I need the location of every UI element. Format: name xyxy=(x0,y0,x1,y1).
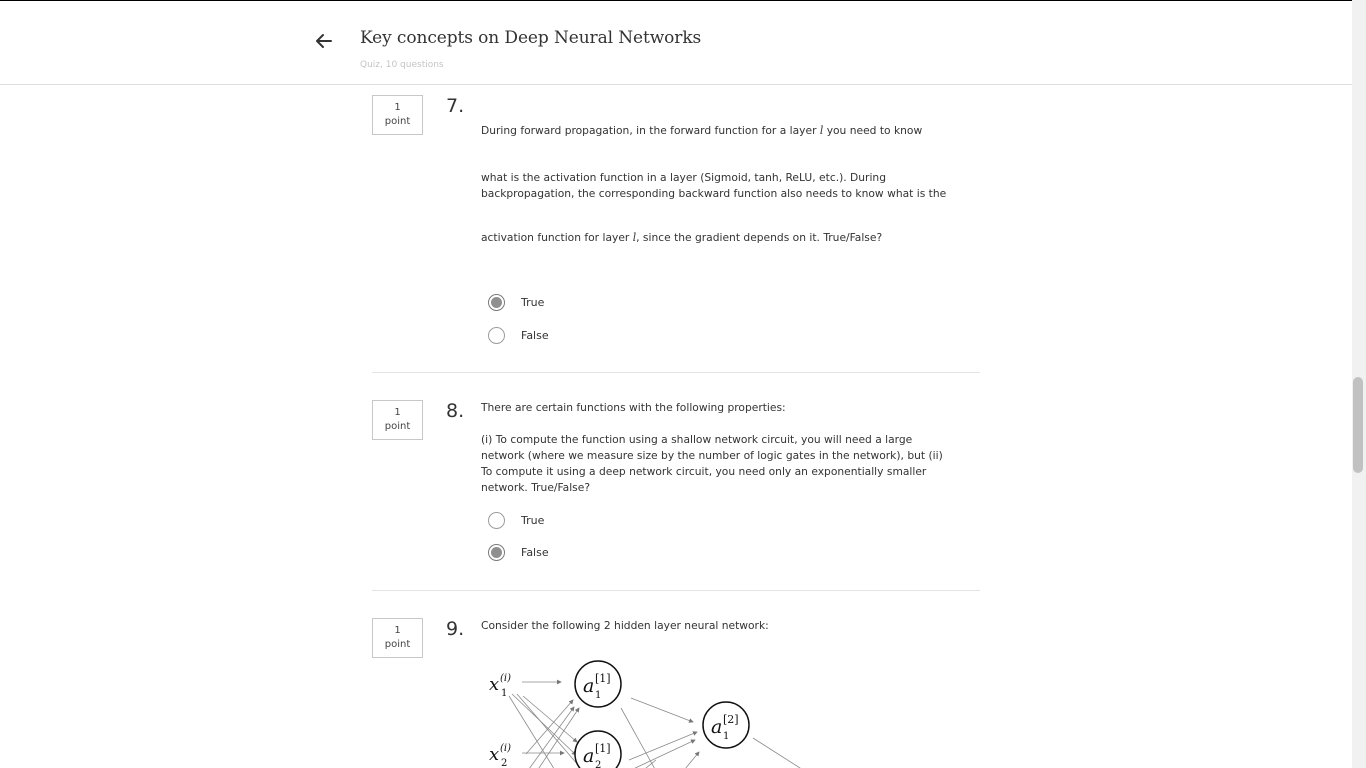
question-number: 8. xyxy=(446,400,465,422)
question-text: Consider the following 2 hidden layer ne… xyxy=(481,619,769,632)
question-text: (i) To compute the function using a shal… xyxy=(481,433,943,494)
divider xyxy=(372,590,980,591)
points-box: 1 point xyxy=(372,400,423,440)
node-symbol: a xyxy=(583,745,594,767)
option-true[interactable]: True xyxy=(488,510,544,530)
network-edges xyxy=(508,679,801,768)
points-unit: point xyxy=(384,639,411,650)
question-text: During forward propagation, in the forwa… xyxy=(481,123,951,139)
node-symbol: x xyxy=(489,744,499,765)
points-value: 1 xyxy=(394,625,401,636)
input-node-x1: x 1 (i) xyxy=(489,673,511,699)
option-true[interactable]: True xyxy=(488,292,544,312)
back-arrow-icon[interactable] xyxy=(312,29,336,53)
radio-button[interactable] xyxy=(488,293,505,311)
input-node-x2: x 2 (i) xyxy=(489,743,511,768)
question-7: 1 point 7. During forward propagation, i… xyxy=(372,95,980,355)
node-subscript: 2 xyxy=(501,758,507,768)
question-8: 1 point 8. There are certain functions w… xyxy=(372,400,980,580)
neural-network-diagram: x 1 (i) x 2 (i) a 1 [1] a 2 [1] a 1 [2] xyxy=(489,660,801,768)
question-text-part: , since the gradient depends on it. True… xyxy=(636,231,883,244)
question-text: activation function for layer l, since t… xyxy=(481,230,951,246)
points-unit: point xyxy=(384,421,411,432)
radio-button[interactable] xyxy=(488,511,505,529)
page-title: Key concepts on Deep Neural Networks xyxy=(360,28,702,48)
option-label: True xyxy=(521,295,545,309)
hidden-node-a1-layer2: a 1 [2] xyxy=(702,701,750,749)
option-label: False xyxy=(521,328,549,342)
option-false[interactable]: False xyxy=(488,542,549,562)
node-superscript: [1] xyxy=(595,742,611,755)
points-value: 1 xyxy=(394,407,401,418)
node-superscript: [1] xyxy=(595,672,611,685)
radio-button[interactable] xyxy=(488,543,505,561)
node-superscript: (i) xyxy=(500,743,511,754)
question-text-part: During forward propagation, in the forwa… xyxy=(481,124,820,137)
question-9: 1 point 9. Consider the following 2 hidd… xyxy=(372,618,980,768)
scrollbar-thumb[interactable] xyxy=(1353,377,1363,473)
node-subscript: 1 xyxy=(595,690,601,701)
quiz-content: 1 point 7. During forward propagation, i… xyxy=(0,86,1352,768)
quiz-header: Key concepts on Deep Neural Networks Qui… xyxy=(0,0,1352,85)
question-text-part: activation function for layer xyxy=(481,231,633,244)
node-symbol: x xyxy=(489,674,499,695)
points-value: 1 xyxy=(394,102,401,113)
node-subscript: 1 xyxy=(501,688,507,699)
node-superscript: [2] xyxy=(723,713,739,726)
node-symbol: a xyxy=(711,716,722,738)
question-text: what is the activation function in a lay… xyxy=(481,171,947,200)
divider xyxy=(372,372,980,373)
points-box: 1 point xyxy=(372,95,423,135)
option-false[interactable]: False xyxy=(488,325,549,345)
points-box: 1 point xyxy=(372,618,423,658)
node-superscript: (i) xyxy=(500,673,511,684)
radio-button[interactable] xyxy=(488,326,505,344)
option-label: True xyxy=(521,513,545,527)
node-subscript: 1 xyxy=(723,731,729,742)
hidden-node-a1-layer1: a 1 [1] xyxy=(574,660,622,708)
hidden-node-a2-layer1: a 2 [1] xyxy=(574,730,622,768)
option-label: False xyxy=(521,545,549,559)
node-symbol: a xyxy=(583,675,594,697)
question-text-part: you need to know xyxy=(823,124,923,137)
node-subscript: 2 xyxy=(595,760,601,768)
question-number: 7. xyxy=(446,95,465,117)
points-unit: point xyxy=(384,116,411,127)
question-text: There are certain functions with the fol… xyxy=(481,401,786,414)
quiz-subtitle: Quiz, 10 questions xyxy=(360,60,444,70)
question-number: 9. xyxy=(446,618,465,640)
